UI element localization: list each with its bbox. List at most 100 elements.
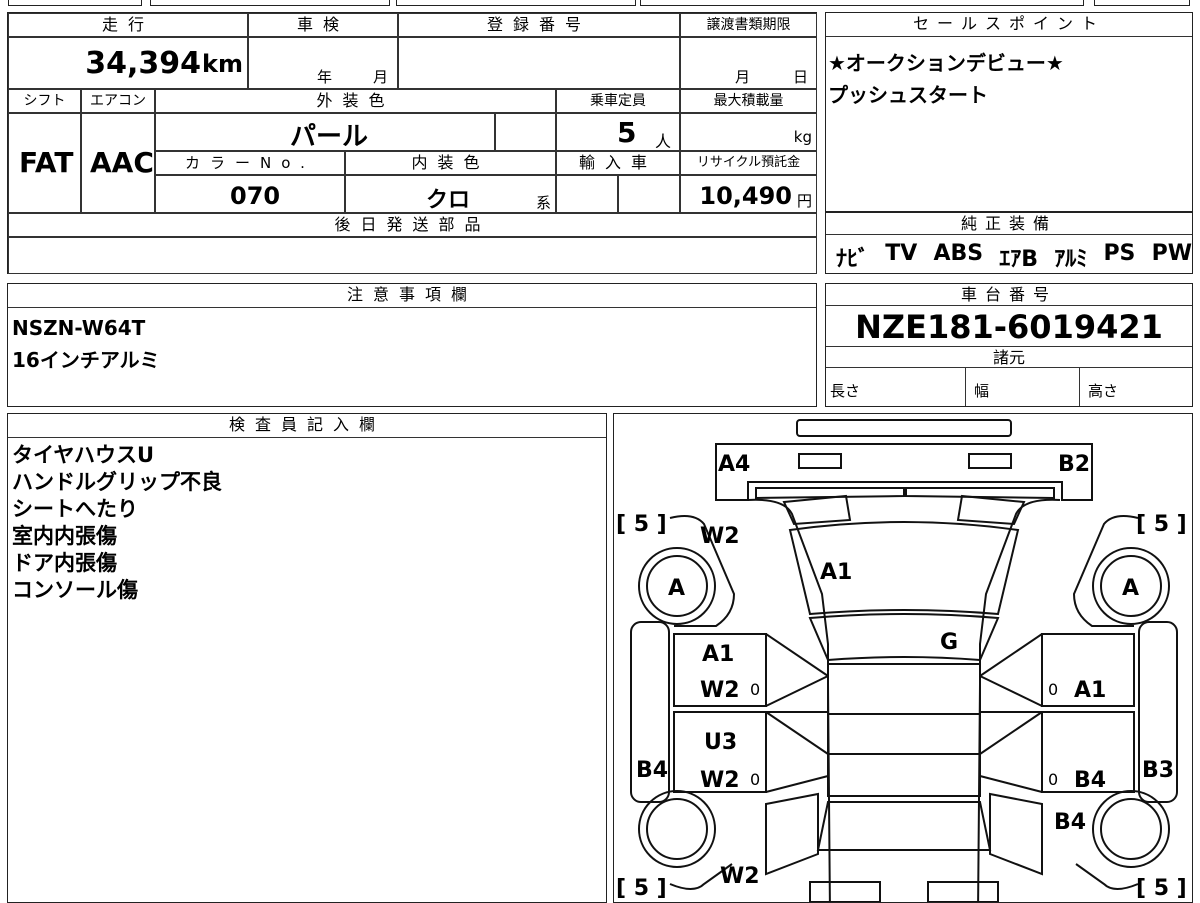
inspector-box: 検査員記入欄 タイヤハウスU ハンドルグリップ不良 シートへたり 室内内張傷 ド… — [7, 413, 607, 903]
shift-cell: FAT — [8, 113, 81, 213]
car-diagram-box: A4 B2 [ 5 ] [ 5 ] W2 A1 A A G A1 W2 0 0 … — [613, 413, 1193, 903]
damage-label: 0 — [1048, 680, 1059, 699]
damage-label: W2 — [720, 864, 760, 889]
damage-label: B4 — [1054, 810, 1087, 835]
import-cell-2 — [618, 175, 680, 213]
damage-label: W2 — [700, 768, 740, 793]
damage-label: W2 — [700, 524, 740, 549]
registration-label: 登録番号 — [398, 13, 680, 37]
tire-label: A — [1122, 576, 1140, 601]
damage-label: W2 — [700, 678, 740, 703]
capacity-unit: 人 — [655, 132, 672, 151]
chassis-number: NZE181-6019421 — [855, 308, 1163, 346]
inspector-line: シートへたり — [12, 497, 138, 521]
damage-label: A4 — [718, 452, 751, 477]
length-label: 長さ — [830, 382, 861, 400]
inspection-label: 車検 — [248, 13, 398, 37]
recycle-fee-cell: 10,490 円 — [680, 175, 817, 213]
color-no-value: 070 — [230, 182, 281, 210]
car-diagram — [630, 419, 1178, 902]
interior-color-unit: 系 — [535, 194, 551, 212]
top-edge — [0, 0, 1200, 6]
specs-label: 諸元 — [826, 346, 1192, 368]
registration-cell — [398, 37, 680, 89]
damage-label: 0 — [1048, 770, 1059, 789]
mileage-value: 34,394 — [85, 46, 201, 81]
transfer-month-unit: 月 — [735, 68, 751, 86]
mileage-unit: km — [202, 50, 243, 78]
sales-point-label: セールスポイント — [826, 13, 1192, 37]
chassis-label: 車台番号 — [826, 284, 1192, 306]
damage-label: B3 — [1142, 758, 1175, 783]
exterior-color-label: 外装色 — [155, 89, 556, 113]
notes-box: 注意事項欄 NSZN-W64T 16インチアルミ — [7, 283, 817, 407]
ac-value: AAC — [90, 146, 154, 179]
height-cell: 高さ — [1080, 368, 1192, 406]
chassis-box: 車台番号 NZE181-6019421 諸元 長さ 幅 高さ — [825, 283, 1193, 407]
damage-label: A1 — [820, 560, 853, 585]
tire-tread-label: [ 5 ] — [616, 512, 667, 537]
inspection-month-unit: 月 — [373, 68, 389, 86]
transfer-deadline-cell: 月 日 — [680, 37, 817, 89]
shift-value: FAT — [19, 146, 74, 179]
inspector-line: ドア内張傷 — [12, 551, 117, 575]
exterior-color-value: パール — [290, 122, 369, 152]
tire-tread-label: [ 5 ] — [616, 876, 667, 901]
inspector-label: 検査員記入欄 — [8, 414, 606, 438]
color-no-cell: 070 — [155, 175, 345, 213]
equipment-item: PW — [1151, 241, 1192, 266]
equipment-item: ｱﾙﾐ — [1054, 247, 1088, 272]
inspector-line: 室内内張傷 — [12, 524, 117, 548]
ac-cell: AAC — [81, 113, 155, 213]
equipment-label: 純正装備 — [826, 213, 1192, 235]
capacity-value: 5 — [617, 116, 637, 149]
notes-label: 注意事項欄 — [8, 284, 816, 308]
inspection-year-unit: 年 — [317, 68, 333, 86]
vehicle-info-table: 走行 車検 登録番号 譲渡書類期限 34,394 km 年 月 月 日 シフト … — [7, 12, 817, 274]
damage-label: B2 — [1058, 452, 1091, 477]
damage-label: 0 — [750, 680, 761, 699]
recycle-fee-label: リサイクル預託金 — [680, 151, 817, 175]
damage-label: 0 — [750, 770, 761, 789]
sales-point-box: セールスポイント ★オークションデビュー★ プッシュスタート — [825, 12, 1193, 212]
recycle-fee-unit: 円 — [796, 192, 812, 210]
equipment-item: ｴｱB — [999, 247, 1039, 272]
max-load-cell: kg — [680, 113, 817, 151]
capacity-cell: 5 人 — [556, 113, 680, 151]
width-label: 幅 — [974, 382, 990, 400]
damage-label: A1 — [1074, 678, 1107, 703]
inspector-line: コンソール傷 — [12, 578, 138, 602]
exterior-extra-cell — [495, 113, 556, 151]
inspector-line: タイヤハウスU — [12, 443, 155, 467]
equipment-item: TV — [885, 241, 918, 266]
damage-label: B4 — [636, 758, 669, 783]
damage-label: U3 — [704, 730, 738, 755]
mileage-cell: 34,394 km — [8, 37, 248, 89]
inspection-cell: 年 月 — [248, 37, 398, 89]
equipment-box: 純正装備 ﾅﾋﾞ TV ABS ｴｱB ｱﾙﾐ PS PW — [825, 212, 1193, 274]
equipment-item: ﾅﾋﾞ — [836, 247, 870, 272]
sales-point-line: プッシュスタート — [828, 83, 988, 107]
exterior-color-cell: パール — [155, 113, 495, 152]
length-cell: 長さ — [826, 368, 966, 406]
damage-label: G — [940, 630, 959, 655]
equipment-list: ﾅﾋﾞ TV ABS ｴｱB ｱﾙﾐ PS PW — [836, 241, 1192, 273]
damage-label: B4 — [1074, 768, 1107, 793]
equipment-item: ABS — [933, 241, 984, 266]
transfer-deadline-label: 譲渡書類期限 — [680, 13, 817, 37]
shift-label: シフト — [8, 89, 81, 113]
color-no-label: カラーNo. — [155, 151, 345, 175]
equipment-item: PS — [1103, 241, 1136, 266]
notes-line: 16インチアルミ — [12, 348, 160, 372]
sales-point-line: ★オークションデビュー★ — [828, 51, 1064, 75]
tire-tread-label: [ 5 ] — [1136, 876, 1187, 901]
ac-label: エアコン — [81, 89, 155, 113]
import-label: 輸入車 — [556, 151, 680, 175]
import-cell-1 — [556, 175, 618, 213]
later-parts-label: 後日発送部品 — [8, 213, 817, 237]
height-label: 高さ — [1088, 382, 1119, 400]
tire-label: A — [668, 576, 686, 601]
interior-color-value: クロ — [426, 188, 471, 213]
recycle-fee-value: 10,490 — [699, 182, 792, 210]
capacity-label: 乗車定員 — [556, 89, 680, 113]
